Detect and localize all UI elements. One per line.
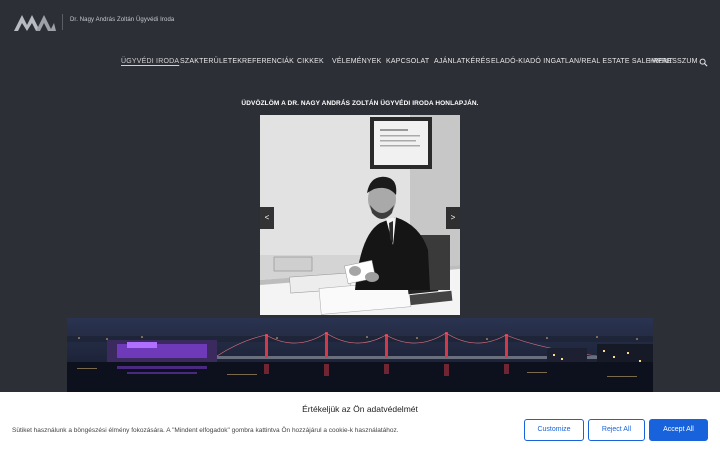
ma-logo-icon[interactable] [14,13,56,31]
site-header: Dr. Nagy András Zoltán Ügyvédi Iroda ÜGY… [0,0,720,82]
accept-all-button[interactable]: Accept All [649,419,708,441]
site-name[interactable]: Dr. Nagy András Zoltán Ügyvédi Iroda [70,17,174,23]
nav-item-velemenyek[interactable]: VÉLEMÉNYEK [332,58,381,65]
cookie-title: Értékeljük az Ön adatvédelmét [302,404,418,414]
search-icon[interactable] [699,58,708,67]
budapest-night-panorama [67,318,653,398]
cookie-text: Sütiket használunk a böngészési élmény f… [12,427,399,434]
slider-next-button[interactable]: > [446,207,460,229]
welcome-heading: ÜDVÖZLÖM A DR. NAGY ANDRÁS ZOLTÁN ÜGYVÉD… [241,100,479,107]
lawyer-photo [260,115,460,315]
nav-item-ajanlatkeres[interactable]: AJÁNLATKÉRÉS [434,58,490,65]
nav-item-ingatlan[interactable]: ELADÓ-KIADÓ INGATLAN/REAL ESTATE SALE-RE… [491,58,673,65]
nav-item-cikkek[interactable]: CIKKEK [297,58,324,65]
nav-item-impresszum[interactable]: IMPRESSZUM [649,58,698,65]
nav-item-szakteruletek[interactable]: SZAKTERÜLETEK [180,58,242,65]
main-nav: ÜGYVÉDI IRODA SZAKTERÜLETEK REFERENCIÁK … [0,58,720,70]
nav-item-referenciak[interactable]: REFERENCIÁK [242,58,294,65]
customize-button[interactable]: Customize [524,419,584,441]
nav-item-ugyvedi-iroda[interactable]: ÜGYVÉDI IRODA [121,58,179,65]
nav-item-kapcsolat[interactable]: KAPCSOLAT [386,58,429,65]
logo-divider [62,14,63,30]
image-slider[interactable]: < > [260,115,460,315]
slider-prev-button[interactable]: < [260,207,274,229]
cookie-consent-banner: Értékeljük az Ön adatvédelmét Sütiket ha… [0,392,720,450]
reject-all-button[interactable]: Reject All [588,419,645,441]
